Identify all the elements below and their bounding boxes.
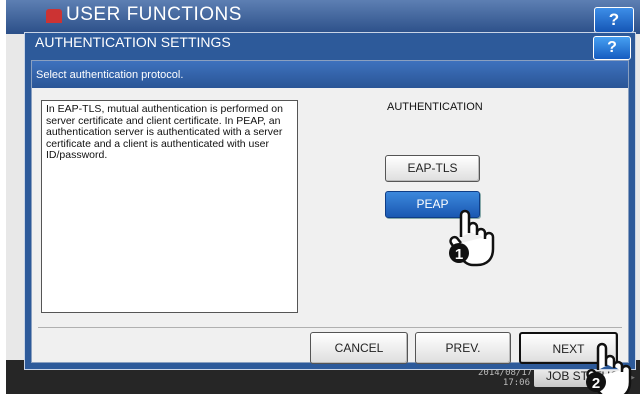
background-title: USER FUNCTIONS xyxy=(66,4,242,25)
authentication-settings-dialog: AUTHENTICATION SETTINGS ? Select authent… xyxy=(24,32,636,370)
pointing-hand-icon: 1 xyxy=(449,209,495,267)
eap-tls-button[interactable]: EAP-TLS xyxy=(385,155,480,182)
clock: 2014/08/17 17:06 xyxy=(478,368,532,388)
dialog-title: AUTHENTICATION SETTINGS xyxy=(35,34,231,50)
callout-number-2: 2 xyxy=(592,375,600,392)
instruction-bar: Select authentication protocol. xyxy=(32,61,628,88)
footer-divider xyxy=(38,327,622,328)
authentication-heading: AUTHENTICATION xyxy=(387,101,483,113)
prev-button[interactable]: PREV. xyxy=(415,332,511,364)
cancel-button[interactable]: CANCEL xyxy=(310,332,408,364)
callout-number-1: 1 xyxy=(455,246,463,263)
dialog-body: Select authentication protocol. In EAP-T… xyxy=(31,60,629,364)
help-button[interactable]: ? xyxy=(593,36,631,60)
description-box: In EAP-TLS, mutual authentication is per… xyxy=(41,100,298,313)
pointing-hand-icon-2: 2 xyxy=(586,342,632,394)
clock-time: 17:06 xyxy=(502,378,530,388)
background-help-button[interactable]: ? xyxy=(594,7,634,33)
user-functions-icon xyxy=(46,9,62,23)
